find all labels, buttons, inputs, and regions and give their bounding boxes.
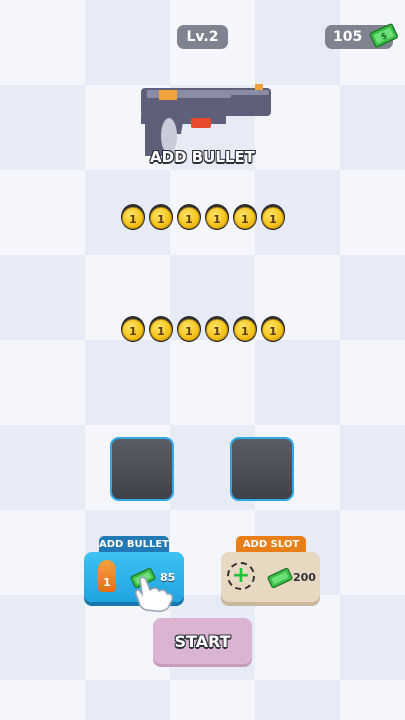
bullet-icon[interactable]: 1 <box>203 202 231 234</box>
level-indicator: Lv.2 <box>177 25 228 49</box>
bullet-icon[interactable]: 1 <box>259 202 287 234</box>
empty-slot[interactable] <box>110 437 174 501</box>
bullet-row: 1 1 1 1 1 1 <box>119 314 289 346</box>
bullet-icon[interactable]: 1 <box>231 202 259 234</box>
add-slot-price: 200 <box>293 571 316 584</box>
bullet-icon[interactable]: 1 <box>119 202 147 234</box>
bullet-icon[interactable]: 1 <box>203 314 231 346</box>
bullet-icon[interactable]: 1 <box>147 314 175 346</box>
bullet-icon[interactable]: 1 <box>119 314 147 346</box>
bullet-icon: 1 <box>98 560 116 592</box>
cash-icon: $ <box>369 22 399 50</box>
add-bullet-tab: ADD BULLET <box>99 536 169 552</box>
bullet-icon[interactable]: 1 <box>147 202 175 234</box>
weapon-caption: ADD BULLET <box>150 148 255 166</box>
empty-slot[interactable] <box>230 437 294 501</box>
bullet-icon[interactable]: 1 <box>231 314 259 346</box>
plus-icon: + <box>227 562 255 590</box>
bullet-icon[interactable]: 1 <box>175 314 203 346</box>
hand-pointer-icon <box>134 576 174 616</box>
level-label: Lv.2 <box>186 29 219 45</box>
money-counter: 105 $ <box>325 23 398 49</box>
money-amount: 105 <box>333 29 363 45</box>
add-slot-button[interactable]: + 200 <box>221 552 320 602</box>
add-slot-tab: ADD SLOT <box>236 536 306 552</box>
bullet-icon[interactable]: 1 <box>259 314 287 346</box>
cash-icon <box>267 567 293 593</box>
bullet-icon[interactable]: 1 <box>175 202 203 234</box>
start-button[interactable]: START <box>153 618 252 664</box>
bullet-row: 1 1 1 1 1 1 <box>119 202 289 234</box>
